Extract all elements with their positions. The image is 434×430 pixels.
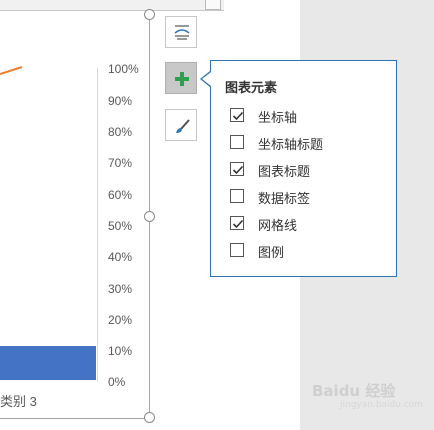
y-tick-70: 70% (108, 156, 133, 170)
resize-handle-top-right[interactable] (144, 9, 155, 20)
y-tick-90: 90% (108, 94, 133, 108)
checkmark-icon (232, 111, 244, 121)
checkbox-gridlines[interactable] (230, 216, 244, 230)
y-tick-20: 20% (108, 313, 133, 327)
option-label: 数据标签 (258, 191, 311, 206)
chart-styles-icon (174, 25, 190, 40)
checkmark-icon (232, 219, 244, 229)
excel-chart-workspace: 100% 90% 80% 70% 60% 50% 40% 30% 20% 10%… (0, 0, 434, 430)
checkbox-chart-title[interactable] (230, 162, 244, 176)
checkmark-icon (232, 165, 244, 175)
watermark-url: jingyan.baidu.com (340, 400, 424, 410)
y-tick-100: 100% (108, 62, 139, 76)
paintbrush-icon (176, 119, 190, 133)
y-tick-10: 10% (108, 344, 133, 358)
option-axes[interactable]: 坐标轴 (230, 108, 390, 126)
checkbox-data-labels[interactable] (230, 189, 244, 203)
option-label: 网格线 (258, 218, 298, 233)
y-tick-30: 30% (108, 282, 133, 296)
popup-pointer-fill (202, 72, 211, 86)
chart-elements-popup: 图表元素 坐标轴 坐标轴标题 图表标题 数据标签 网格线 图例 (210, 60, 397, 277)
y-tick-60: 60% (108, 188, 133, 202)
option-chart-title[interactable]: 图表标题 (230, 162, 390, 180)
checkbox-axes[interactable] (230, 108, 244, 122)
plus-icon (175, 72, 189, 86)
chart-styles-button[interactable] (165, 16, 197, 48)
checkbox-axis-titles[interactable] (230, 135, 244, 149)
add-chart-element-button[interactable] (165, 62, 197, 94)
category-label: 类别 3 (0, 394, 37, 409)
line-series-segment (0, 66, 23, 75)
resize-handle-bottom-right[interactable] (144, 412, 155, 423)
line-series (0, 66, 23, 75)
chart-filter-brush-button[interactable] (165, 109, 197, 141)
option-label: 图表标题 (258, 164, 311, 179)
option-label: 图例 (258, 245, 285, 260)
y-tick-80: 80% (108, 125, 133, 139)
toolbar-button[interactable] (205, 0, 221, 10)
chart-area[interactable]: 100% 90% 80% 70% 60% 50% 40% 30% 20% 10%… (0, 0, 150, 418)
y-tick-0: 0% (108, 375, 126, 389)
watermark-logo: Baidu 经验 (312, 382, 396, 400)
y-tick-50: 50% (108, 219, 133, 233)
chart-border-bottom (0, 418, 150, 419)
secondary-axis-line (97, 68, 98, 382)
option-axis-titles[interactable]: 坐标轴标题 (230, 135, 390, 153)
option-label: 坐标轴 (258, 110, 298, 125)
y-tick-40: 40% (108, 250, 133, 264)
option-data-labels[interactable]: 数据标签 (230, 189, 390, 207)
checkbox-legend[interactable] (230, 243, 244, 257)
resize-handle-middle-right[interactable] (144, 211, 155, 222)
popup-title: 图表元素 (225, 80, 278, 95)
option-label: 坐标轴标题 (258, 137, 324, 152)
bar-category-3[interactable] (0, 346, 96, 380)
option-legend[interactable]: 图例 (230, 243, 390, 261)
option-gridlines[interactable]: 网格线 (230, 216, 390, 234)
